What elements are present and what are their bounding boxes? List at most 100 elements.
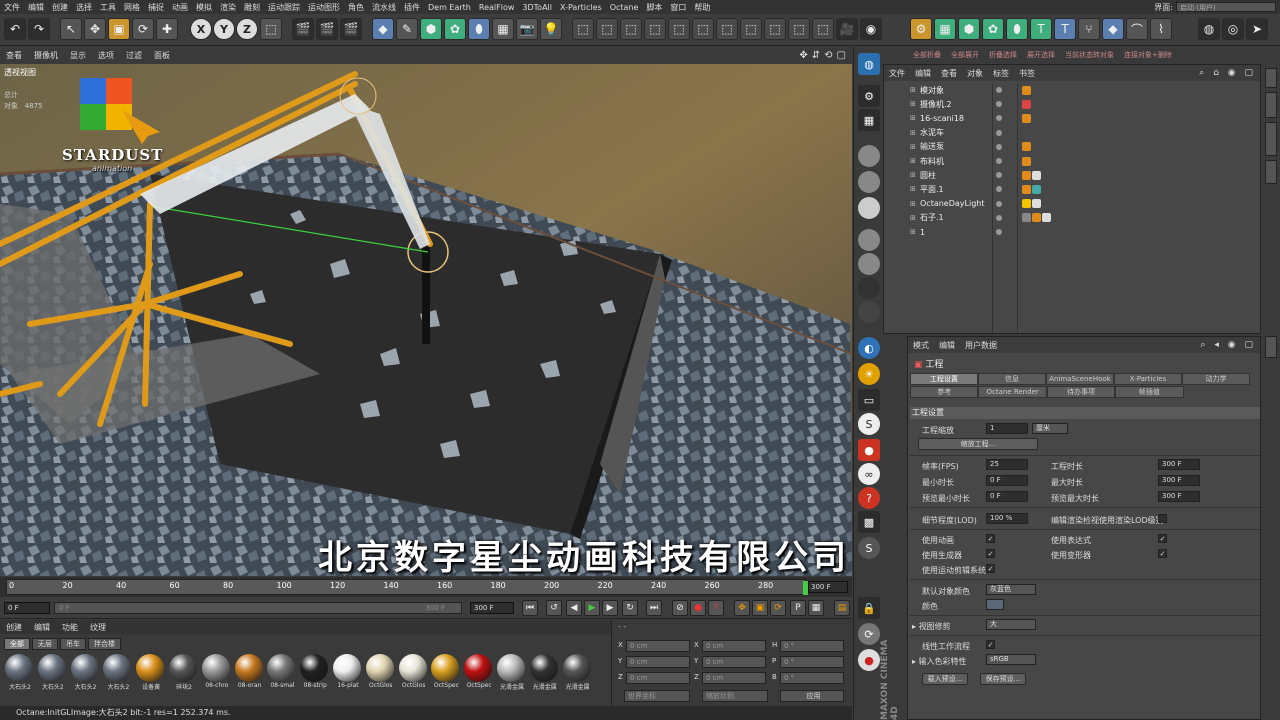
object-menu-item-1[interactable]: 编辑 [910, 68, 936, 79]
apply-button[interactable]: 应用 [780, 690, 844, 702]
sun-icon[interactable]: ☀ [858, 363, 880, 385]
menu-item-13[interactable]: 角色 [344, 2, 368, 13]
min-time-field[interactable]: 0 F [986, 475, 1028, 486]
timeline-icon[interactable]: ▤ [834, 600, 850, 616]
light-icon[interactable]: 💡 [540, 18, 562, 40]
material-swatch[interactable]: 大石头2 [4, 654, 34, 698]
use-deformer-checkbox[interactable]: ✓ [1158, 549, 1167, 558]
scale-project-button[interactable]: 缩放工程... [918, 438, 1038, 450]
material-swatch[interactable]: OctSpec [463, 654, 493, 698]
render-settings-icon[interactable]: 🎬 [340, 18, 362, 40]
next-frame-button[interactable]: ▶ [602, 600, 618, 616]
side-tab-1[interactable] [1265, 68, 1277, 88]
object-row[interactable]: ⊞ 1 [884, 225, 1262, 239]
rotate-tool-icon[interactable]: ⟳ [132, 18, 154, 40]
menu-item-8[interactable]: 模拟 [192, 2, 216, 13]
sphere-icon-3[interactable] [858, 197, 880, 219]
material-tab[interactable]: 吊车 [60, 638, 86, 650]
menu-item-7[interactable]: 动画 [168, 2, 192, 13]
coord-value-field[interactable]: 0 ° [780, 672, 844, 684]
expand-icon[interactable]: ⊞ [910, 86, 916, 94]
layout-dropdown[interactable]: 启动 (用户) [1176, 2, 1276, 12]
max-time-field[interactable]: 300 F [1158, 475, 1200, 486]
tv-icon[interactable]: ▭ [858, 389, 880, 411]
viewport[interactable]: 透视视图 总计 对象 4875 STARDUST animation 北京数字星… [0, 64, 852, 576]
arrow-icon[interactable]: ➤ [1246, 18, 1268, 40]
menu-item-23[interactable]: 帮助 [690, 2, 714, 13]
scale-mode-dropdown[interactable]: 缩放比例 [702, 690, 768, 702]
menu-item-15[interactable]: 插件 [400, 2, 424, 13]
target-icon[interactable]: ◎ [1222, 18, 1244, 40]
material-swatch[interactable]: OctGlos [398, 654, 428, 698]
visibility-dot[interactable] [996, 186, 1002, 193]
octane-camera-icon[interactable]: 🎥 [836, 18, 858, 40]
expand-icon[interactable]: ⊞ [910, 143, 916, 151]
sphere-icon-1[interactable] [858, 145, 880, 167]
orbit-icon[interactable]: ⟲ [824, 50, 832, 61]
visibility-dot[interactable] [996, 172, 1002, 179]
help-icon[interactable]: ? [858, 487, 880, 509]
text-tool-icon[interactable]: T [1030, 18, 1052, 40]
expand-icon[interactable]: ⊞ [910, 214, 916, 222]
object-menu-item-2[interactable]: 查看 [936, 68, 962, 79]
attribute-tab[interactable]: 帧插值 [1115, 386, 1184, 398]
expand-icon[interactable]: ⊞ [910, 100, 916, 108]
material-swatch[interactable]: 光滑金属 [529, 654, 559, 698]
expand-icon[interactable]: ⊞ [910, 157, 916, 165]
menu-item-10[interactable]: 雕刻 [240, 2, 264, 13]
object-tag-icon[interactable] [1042, 213, 1051, 223]
material-swatch[interactable]: 大石头2 [37, 654, 67, 698]
object-tag-icon[interactable] [1022, 142, 1031, 152]
menu-item-18[interactable]: 3DToAll [518, 3, 556, 12]
object-tag-icon[interactable] [1022, 99, 1031, 109]
object-menu-item-3[interactable]: 对象 [962, 68, 988, 79]
cube-icon[interactable]: ◆ [372, 18, 394, 40]
material-swatch[interactable]: 设备黄 [135, 654, 165, 698]
object-action-4[interactable]: 当前状态转对象 [1065, 50, 1114, 60]
attribute-tab[interactable]: 工程设置 [910, 373, 978, 385]
viewport-menu-item-1[interactable]: 摄像机 [28, 50, 64, 61]
tool-slot-7[interactable]: ⬚ [716, 18, 738, 40]
viewport-menu-item-3[interactable]: 选项 [92, 50, 120, 61]
lod-render-checkbox[interactable] [1158, 514, 1167, 523]
half-circle-icon[interactable]: ◐ [858, 337, 880, 359]
ball-icon[interactable]: ● [858, 649, 880, 671]
goto-end-button[interactable]: ⏭ [646, 600, 662, 616]
prev-key-button[interactable]: ↺ [546, 600, 562, 616]
object-action-1[interactable]: 全部展开 [951, 50, 979, 60]
object-tag-icon[interactable] [1022, 156, 1031, 166]
attribute-menu-item-2[interactable]: 用户数据 [960, 340, 1002, 351]
object-menu-item-4[interactable]: 标签 [988, 68, 1014, 79]
move-tool-icon[interactable]: ✥ [84, 18, 106, 40]
material-swatch[interactable]: 08-chro [201, 654, 231, 698]
menu-item-9[interactable]: 渲染 [216, 2, 240, 13]
settings-gear-icon[interactable]: ⚙ [858, 85, 880, 107]
save-preset-button[interactable]: 保存预设... [980, 673, 1026, 685]
color-swatch[interactable] [986, 599, 1004, 610]
attribute-menu-item-1[interactable]: 编辑 [934, 340, 960, 351]
tool-slot-11[interactable]: ⬚ [812, 18, 834, 40]
select-tool-icon[interactable]: ↖ [60, 18, 82, 40]
material-tab[interactable]: 全部 [4, 638, 30, 650]
octane-live-icon[interactable]: ◉ [860, 18, 882, 40]
lock-icon[interactable]: 🔒 [858, 597, 880, 619]
material-swatch[interactable]: 08-smal [266, 654, 296, 698]
prev-frame-button[interactable]: ◀ [566, 600, 582, 616]
tool-slot-9[interactable]: ⬚ [764, 18, 786, 40]
scale-field[interactable]: 1 [986, 423, 1028, 434]
object-action-3[interactable]: 展开选择 [1027, 50, 1055, 60]
octane-cube-icon[interactable]: ⬢ [958, 18, 980, 40]
material-menu-item-2[interactable]: 功能 [56, 622, 84, 633]
tree-icon[interactable]: ⑂ [1078, 18, 1100, 40]
render-view-icon[interactable]: 🎬 [292, 18, 314, 40]
object-action-2[interactable]: 折叠选择 [989, 50, 1017, 60]
subdivision-icon[interactable]: ⬢ [420, 18, 442, 40]
tool-slot-4[interactable]: ⬚ [644, 18, 666, 40]
object-menu-item-0[interactable]: 文件 [884, 68, 910, 79]
sphere-icon-5[interactable] [858, 253, 880, 275]
material-swatch[interactable]: 光滑金属 [496, 654, 526, 698]
viewport-menu-item-0[interactable]: 查看 [0, 50, 28, 61]
material-swatch[interactable]: 16-plat [332, 654, 362, 698]
coord-value-field[interactable]: 0 cm [702, 656, 766, 668]
material-tab[interactable]: 无层 [32, 638, 58, 650]
